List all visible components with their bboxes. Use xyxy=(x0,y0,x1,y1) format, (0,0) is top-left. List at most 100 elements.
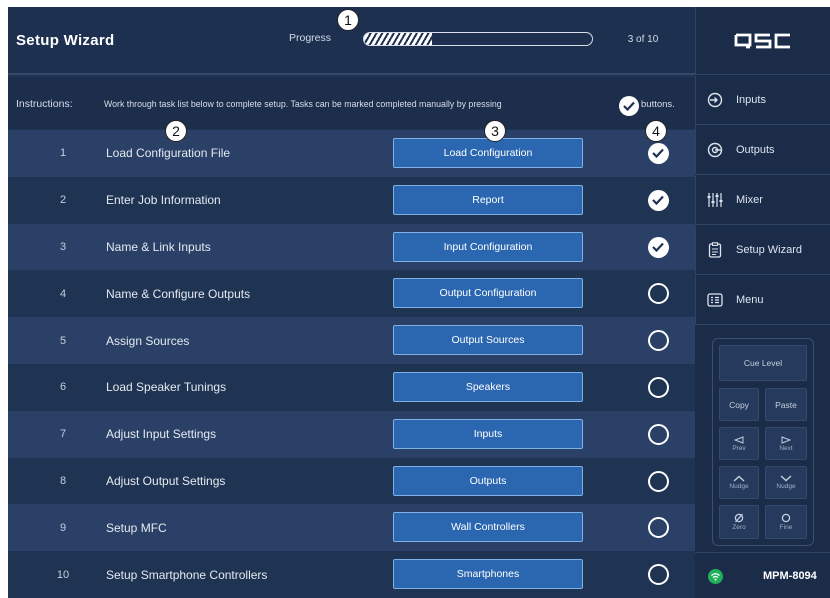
nav-inputs-label: Inputs xyxy=(736,94,766,106)
task-list: 1 Load Configuration File Load Configurati… xyxy=(8,130,695,598)
incomplete-circle-icon[interactable] xyxy=(648,376,669,398)
incomplete-circle-icon[interactable] xyxy=(648,330,669,352)
task-number: 3 xyxy=(59,240,67,253)
task-number: 9 xyxy=(59,521,67,534)
task-number: 2 xyxy=(59,194,67,207)
nav-menu[interactable]: Menu xyxy=(695,276,830,325)
task-action-button[interactable]: Output Sources xyxy=(393,325,583,356)
prev-label: Prev xyxy=(732,444,746,452)
nav-inputs[interactable]: Inputs xyxy=(695,76,830,125)
task-number: 5 xyxy=(59,334,67,347)
clipboard-icon xyxy=(708,242,722,258)
task-row: 8 Adjust Output Settings Outputs xyxy=(8,457,695,505)
task-name: Load Speaker Tunings xyxy=(106,380,227,395)
nudge-up-label: Nudge xyxy=(729,483,749,490)
nav-menu-label: Menu xyxy=(736,294,764,306)
app-window: Setup Wizard Progress 3 of 10 Instructio… xyxy=(8,7,830,598)
nav-setup-wizard[interactable]: Setup Wizard xyxy=(695,226,830,275)
menu-icon xyxy=(707,293,723,307)
task-name: Setup MFC xyxy=(106,520,167,535)
task-row: 10 Setup Smartphone Controllers Smartphone… xyxy=(8,551,695,598)
nudge-down-label: Nudge xyxy=(776,483,796,490)
task-action-button[interactable]: Load Configuration xyxy=(393,138,583,168)
task-name: Assign Sources xyxy=(106,333,190,348)
instructions-text: Work through task list below to complete… xyxy=(104,99,502,109)
copy-button[interactable]: Copy xyxy=(719,388,759,421)
task-row: 6 Load Speaker Tunings Speakers xyxy=(8,363,695,411)
instructions-label: Instructions: xyxy=(16,98,73,110)
task-number: 1 xyxy=(59,147,67,160)
task-action-button[interactable]: Input Configuration xyxy=(393,231,583,262)
callout-3: 3 xyxy=(484,120,506,142)
task-row: 7 Adjust Input Settings Inputs xyxy=(8,410,695,458)
task-row: 4 Name & Configure Outputs Output Configur… xyxy=(8,270,695,318)
task-action-button[interactable]: Outputs xyxy=(393,465,583,496)
completed-check-icon[interactable] xyxy=(648,143,669,164)
incomplete-circle-icon[interactable] xyxy=(648,283,669,305)
task-row: 2 Enter Job Information Report xyxy=(8,176,695,224)
remote-control-panel: Cue Level Copy Paste Prev Next Nudge Nud… xyxy=(712,338,814,546)
device-name: MPM-8094 xyxy=(763,569,817,582)
progress-bar xyxy=(363,32,593,46)
instructions-check-icon xyxy=(619,96,639,116)
paste-button[interactable]: Paste xyxy=(765,388,807,421)
task-name: Adjust Input Settings xyxy=(106,427,217,442)
completed-check-icon[interactable] xyxy=(648,236,669,258)
task-name: Setup Smartphone Controllers xyxy=(106,567,268,582)
nudge-down-button[interactable]: Nudge xyxy=(765,466,807,499)
incomplete-circle-icon[interactable] xyxy=(648,423,669,445)
nav-mixer[interactable]: Mixer xyxy=(695,176,830,225)
instructions-bar: Instructions: Work through task list bel… xyxy=(8,77,695,129)
task-name: Name & Configure Outputs xyxy=(106,286,251,301)
task-row: 9 Setup MFC Wall Controllers xyxy=(8,504,695,552)
nav-outputs[interactable]: Outputs xyxy=(695,126,830,175)
next-label: Next xyxy=(779,444,793,452)
incomplete-circle-icon[interactable] xyxy=(648,564,669,586)
device-status: MPM-8094 xyxy=(695,552,830,598)
task-action-button[interactable]: Inputs xyxy=(393,418,583,449)
sidebar: Inputs Outputs Mixer Setup Wizard Menu C… xyxy=(695,7,830,598)
fine-label: Fine xyxy=(779,524,793,531)
callout-4: 4 xyxy=(645,120,667,142)
progress-label: Progress xyxy=(289,32,332,44)
nudge-up-button[interactable]: Nudge xyxy=(719,466,759,499)
progress-fill xyxy=(364,33,433,45)
task-action-button[interactable]: Speakers xyxy=(393,371,583,402)
incomplete-circle-icon[interactable] xyxy=(648,517,669,539)
outputs-icon xyxy=(707,142,723,158)
fine-icon xyxy=(781,513,791,523)
mixer-icon xyxy=(707,193,723,207)
task-number: 7 xyxy=(59,428,67,441)
prev-button[interactable]: Prev xyxy=(719,427,759,460)
task-row: 3 Name & Link Inputs Input Configuration xyxy=(8,223,695,271)
qsc-logo xyxy=(695,7,830,75)
task-action-button[interactable]: Output Configuration xyxy=(393,278,583,309)
task-name: Enter Job Information xyxy=(106,193,221,208)
nav-outputs-label: Outputs xyxy=(736,144,775,156)
inputs-icon xyxy=(707,92,723,108)
task-number: 6 xyxy=(59,381,67,394)
zero-label: Zero xyxy=(732,524,746,531)
callout-2: 2 xyxy=(165,120,187,142)
prev-arrow-icon xyxy=(734,435,744,444)
next-arrow-icon xyxy=(781,435,791,444)
chevron-up-icon xyxy=(733,475,745,482)
nav-mixer-label: Mixer xyxy=(736,194,763,206)
nav-setup-wizard-label: Setup Wizard xyxy=(736,244,803,256)
task-number: 10 xyxy=(56,568,70,581)
task-number: 8 xyxy=(59,474,67,487)
fine-button[interactable]: Fine xyxy=(765,505,807,539)
cue-level-button[interactable]: Cue Level xyxy=(719,345,807,381)
task-action-button[interactable]: Smartphones xyxy=(393,559,583,590)
task-action-button[interactable]: Wall Controllers xyxy=(393,512,583,543)
completed-check-icon[interactable] xyxy=(648,189,669,211)
zero-button[interactable]: Zero xyxy=(719,505,759,539)
page-title: Setup Wizard xyxy=(16,32,115,49)
task-name: Adjust Output Settings xyxy=(106,473,226,488)
next-button[interactable]: Next xyxy=(765,427,807,460)
task-number: 4 xyxy=(59,287,67,300)
chevron-down-icon xyxy=(780,475,792,482)
task-action-button[interactable]: Report xyxy=(393,184,583,215)
incomplete-circle-icon[interactable] xyxy=(648,470,669,492)
task-name: Name & Link Inputs xyxy=(106,239,211,254)
